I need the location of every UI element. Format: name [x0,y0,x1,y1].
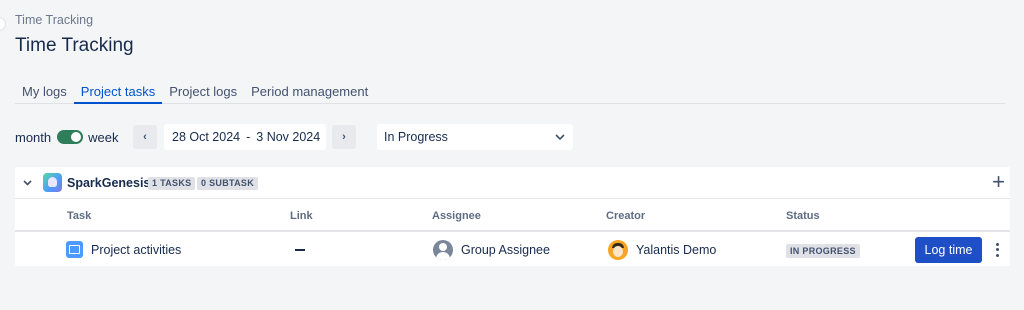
tasks-count-badge: 1 TASKS [148,177,196,190]
date-range-display[interactable]: 28 Oct 2024 - 3 Nov 2024 [164,124,326,150]
chevron-left-icon: ‹ [143,131,147,143]
view-controls: month week [15,124,119,150]
month-label: month [15,129,52,145]
table-header: Task Link Assignee Creator Status [15,200,1010,232]
breadcrumb[interactable]: Time Tracking [15,13,93,27]
week-label: week [88,129,119,145]
creator-name: Yalantis Demo [636,243,717,257]
project-header-row: SparkGenesis 1 TASKS 0 SUBTASK + [15,167,1010,199]
creator-avatar [608,240,628,260]
project-name: SparkGenesis [67,176,151,190]
task-name[interactable]: Project activities [91,243,181,257]
sidebar-collapse-handle[interactable] [0,17,6,31]
log-time-button[interactable]: Log time [915,237,982,263]
previous-week-button[interactable]: ‹ [133,125,157,149]
tab-project-tasks[interactable]: Project tasks [73,82,163,104]
date-end: 3 Nov 2024 [256,130,321,144]
page-title: Time Tracking [15,35,134,56]
date-start: 28 Oct 2024 [172,130,241,144]
assignee-name: Group Assignee [461,243,550,257]
status-badge: IN PROGRESS [786,244,860,258]
table-row: Project activities Group Assignee Yalant… [15,234,1010,266]
tab-project-logs[interactable]: Project logs [162,82,244,104]
tab-bar: My logs Project tasks Project logs Perio… [15,82,1005,104]
tab-my-logs[interactable]: My logs [15,82,74,104]
column-header-assignee: Assignee [432,210,481,222]
column-header-link: Link [290,210,313,222]
task-type-icon [66,241,83,258]
group-avatar-icon [433,240,453,260]
next-week-button[interactable]: › [332,125,356,149]
project-avatar-icon [43,173,62,192]
more-actions-icon[interactable] [994,242,1000,258]
tab-period-management[interactable]: Period management [244,82,375,104]
date-separator: - [246,130,251,144]
link-empty-value [295,249,305,251]
project-panel: SparkGenesis 1 TASKS 0 SUBTASK + Task Li… [15,167,1010,266]
toggle-knob [71,132,82,142]
status-filter-select[interactable]: In Progress [377,124,573,150]
subtask-count-badge: 0 SUBTASK [197,177,259,190]
column-header-creator: Creator [606,210,646,222]
status-filter-value: In Progress [384,130,448,144]
chevron-down-icon [555,133,565,140]
month-week-toggle[interactable] [57,130,84,144]
chevron-right-icon: › [342,131,346,143]
collapse-chevron-icon[interactable] [23,180,32,186]
column-header-status: Status [786,210,820,222]
column-header-task: Task [67,210,92,222]
add-task-icon[interactable]: + [992,170,1005,194]
